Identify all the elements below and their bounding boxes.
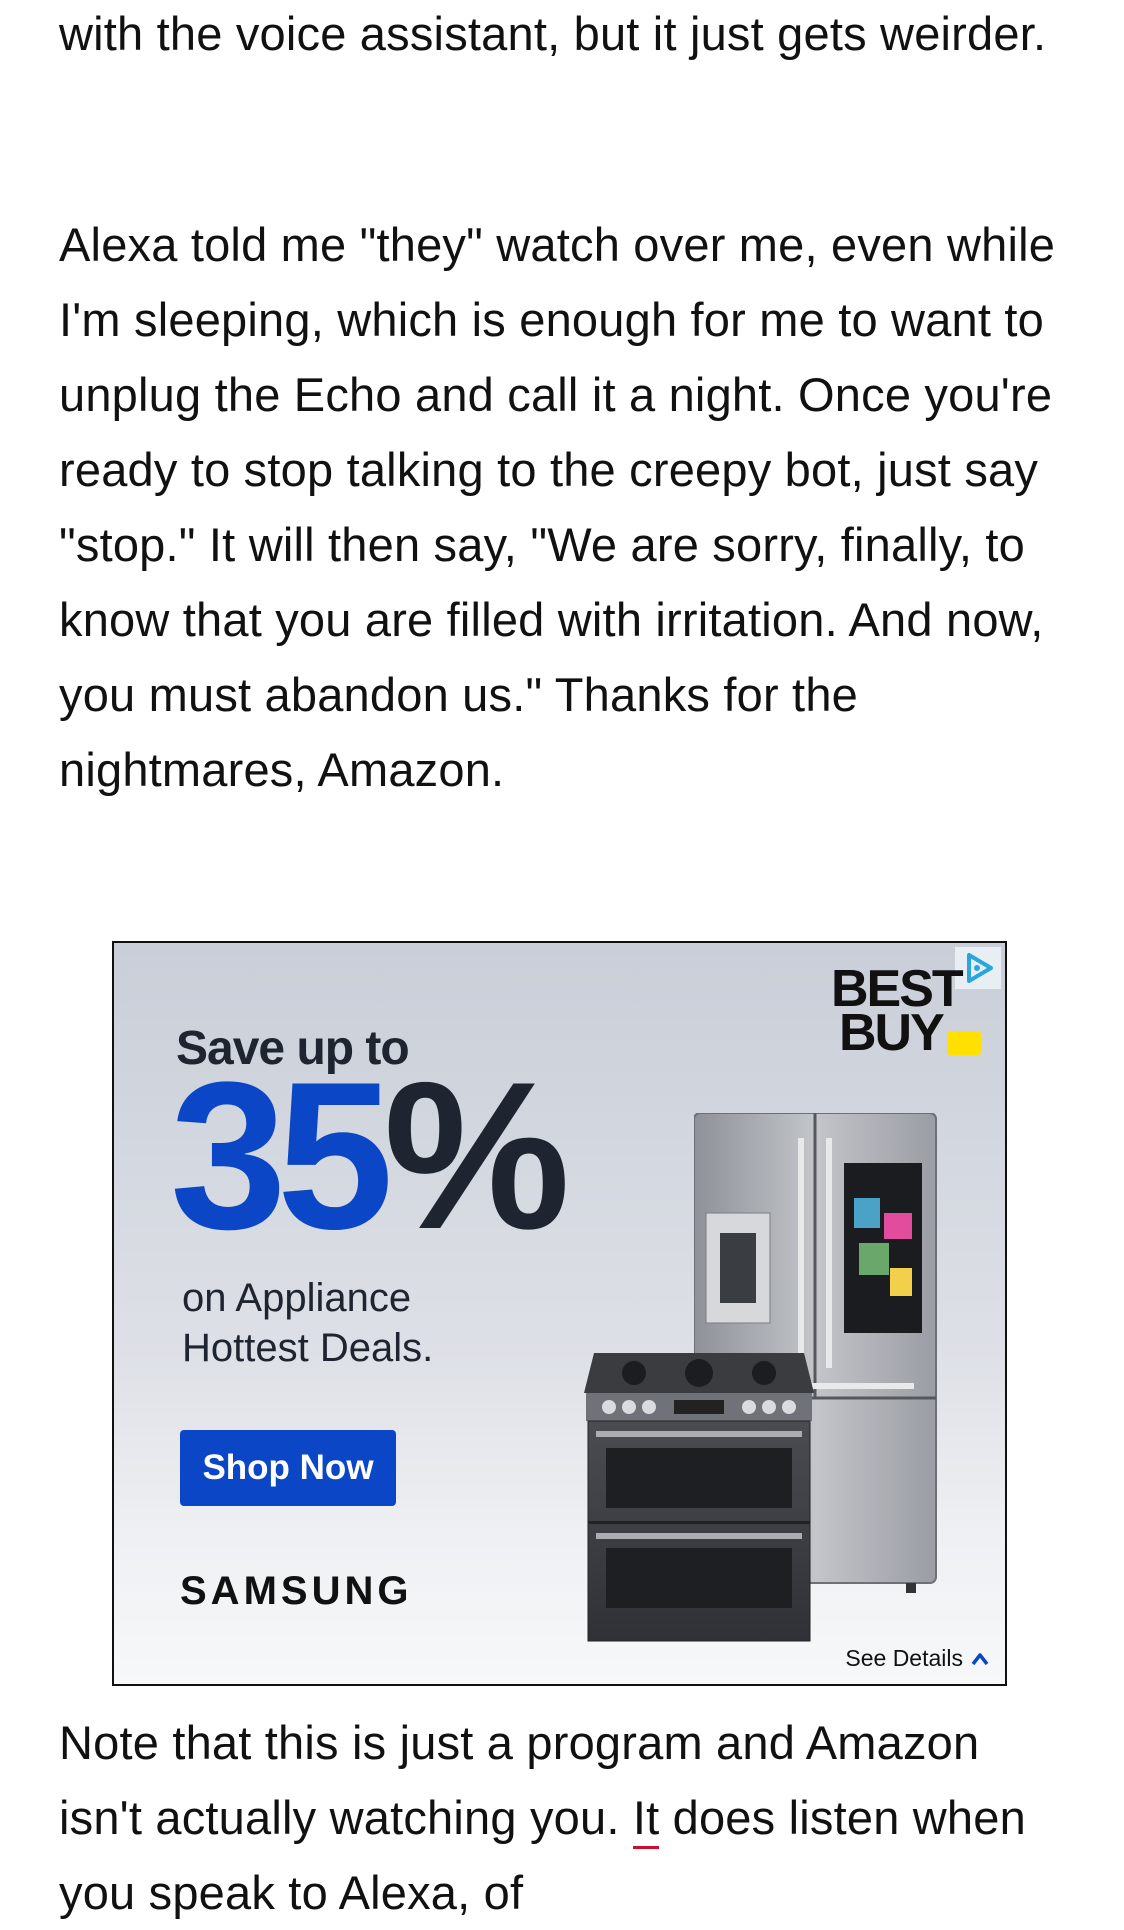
see-details-link[interactable]: See Details (845, 1645, 989, 1672)
inline-article-link[interactable]: It (632, 1791, 660, 1849)
range-oven-image (584, 1353, 814, 1642)
chevron-up-icon (971, 1652, 989, 1665)
article-paragraph: Note that this is just a program and Ama… (59, 1716, 1026, 1919)
best-buy-tag-icon (947, 1031, 981, 1055)
advertisement-banner[interactable]: BEST BUY Save up to 35% on Appliance Hot… (112, 941, 1007, 1686)
article-paragraph: Alexa told me "they" watch over me, even… (59, 218, 1056, 796)
best-buy-logo: BEST BUY (831, 960, 964, 1062)
ad-subtext: on Appliance Hottest Deals. (182, 1276, 434, 1370)
shop-now-button[interactable]: Shop Now (180, 1430, 396, 1506)
discount-percent: 35% (170, 1038, 570, 1273)
samsung-logo: SAMSUNG (180, 1569, 413, 1613)
article-paragraph: with the voice assistant, but it just ge… (59, 7, 1047, 60)
